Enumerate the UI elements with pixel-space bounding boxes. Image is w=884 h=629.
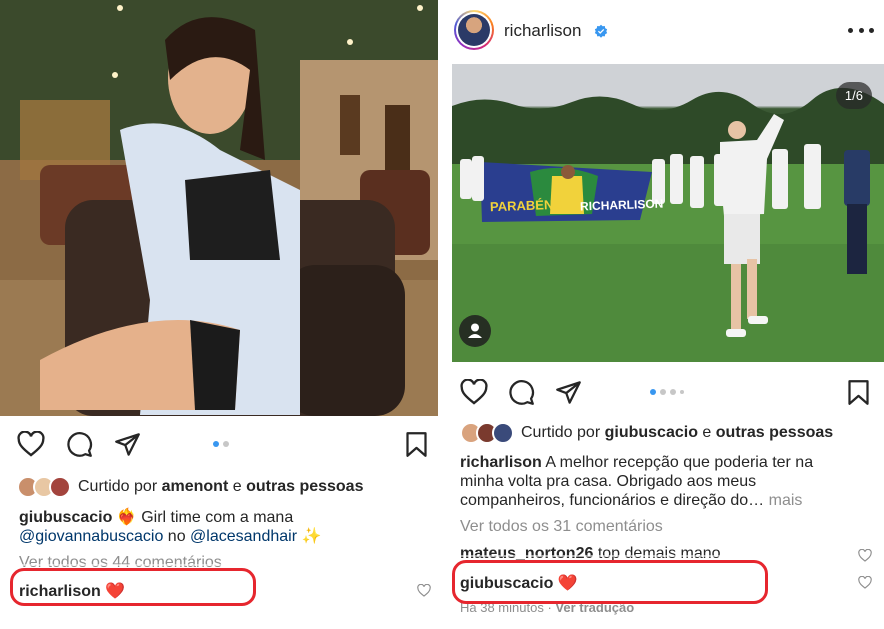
liked-by: Curtido por giubuscacio e outras pessoas — [460, 422, 833, 444]
caption-joiner: no — [167, 528, 186, 545]
liked-joiner: e — [702, 424, 712, 441]
highlight-box — [10, 568, 256, 606]
carousel-counter: 1/6 — [835, 82, 872, 109]
caption-line: A melhor recepção que poderia ter na — [545, 454, 814, 471]
more-dot — [848, 27, 853, 33]
caption-sparkle: ✨ — [301, 528, 322, 545]
caption-text: Girl time com a mana — [141, 509, 294, 526]
caption-mention[interactable]: @giovannabuscacio — [19, 528, 163, 545]
share-icon[interactable] — [114, 432, 141, 457]
carousel-dot — [660, 389, 666, 395]
right-post: richarlison PARABÉNS RICHARLISON 1/6 Cur… — [444, 0, 884, 629]
comment-icon[interactable] — [66, 431, 93, 458]
avatar-image — [458, 14, 490, 46]
avatar-border — [456, 12, 492, 48]
more-dot — [869, 27, 874, 33]
comment-heart-icon[interactable] — [417, 584, 431, 597]
caption-username[interactable]: giubuscacio — [19, 509, 112, 526]
carousel-dot — [680, 390, 684, 394]
user-tag-icon[interactable] — [459, 315, 491, 347]
liked-others[interactable]: outras pessoas — [246, 478, 363, 496]
view-all-comments[interactable]: Ver todos os 31 comentários — [460, 518, 663, 536]
highlight-box — [452, 560, 768, 604]
comment-heart-icon[interactable] — [858, 576, 872, 589]
caption: richarlison A melhor recepção que poderi… — [460, 453, 880, 510]
caption-mention[interactable]: @lacesandhair — [190, 528, 297, 545]
liked-others[interactable]: outras pessoas — [716, 424, 833, 442]
carousel-indicator — [650, 389, 684, 395]
banner-text-left: PARABÉNS — [489, 196, 563, 215]
post-photo[interactable] — [0, 0, 438, 416]
comment-icon[interactable] — [508, 379, 535, 406]
heart-icon[interactable] — [17, 431, 45, 457]
heart-icon[interactable] — [460, 379, 488, 405]
comment-heart-icon[interactable] — [858, 549, 872, 562]
more-dot — [858, 27, 864, 33]
liked-joiner: e — [232, 478, 242, 495]
liked-user[interactable]: giubuscacio — [605, 424, 698, 442]
caption-more[interactable]: mais — [769, 492, 803, 509]
share-icon[interactable] — [555, 380, 582, 405]
carousel-dot — [213, 441, 219, 447]
caption-username[interactable]: richarlison — [460, 454, 542, 471]
avatar — [492, 422, 514, 444]
liked-avatars — [17, 476, 75, 498]
user-tag-glyph — [468, 323, 482, 338]
verified-badge-icon — [594, 24, 608, 38]
post-photo[interactable]: PARABÉNS RICHARLISON 1/6 — [452, 64, 884, 362]
action-bar — [444, 374, 884, 410]
caption-line: minha volta pra casa. Obrigado aos meus — [460, 473, 757, 490]
avatar[interactable] — [454, 10, 494, 50]
left-post: Curtido por amenont e outras pessoas giu… — [0, 0, 440, 629]
carousel-dot — [223, 441, 229, 447]
avatar — [49, 476, 71, 498]
bookmark-icon[interactable] — [847, 379, 870, 406]
caption-emoji: ❤️‍🔥 — [116, 509, 137, 526]
header-username[interactable]: richarlison — [504, 21, 581, 41]
liked-user[interactable]: amenont — [162, 478, 229, 496]
action-bar — [0, 426, 440, 462]
more-icon[interactable] — [848, 20, 874, 40]
carousel-indicator — [213, 441, 229, 447]
bookmark-icon[interactable] — [405, 431, 428, 458]
post-header: richarlison — [444, 0, 884, 62]
caption: giubuscacio ❤️‍🔥 Girl time com a mana @g… — [19, 508, 429, 546]
liked-prefix: Curtido por — [521, 424, 601, 441]
photo-illustration — [0, 0, 438, 416]
carousel-dot — [670, 389, 676, 395]
liked-prefix: Curtido por — [78, 478, 158, 495]
banner-text-right: RICHARLISON — [579, 196, 664, 214]
caption-line: companheiros, funcionários e direção do… — [460, 492, 765, 509]
liked-by: Curtido por amenont e outras pessoas — [17, 476, 363, 498]
liked-avatars — [460, 422, 518, 444]
carousel-dot — [650, 389, 656, 395]
